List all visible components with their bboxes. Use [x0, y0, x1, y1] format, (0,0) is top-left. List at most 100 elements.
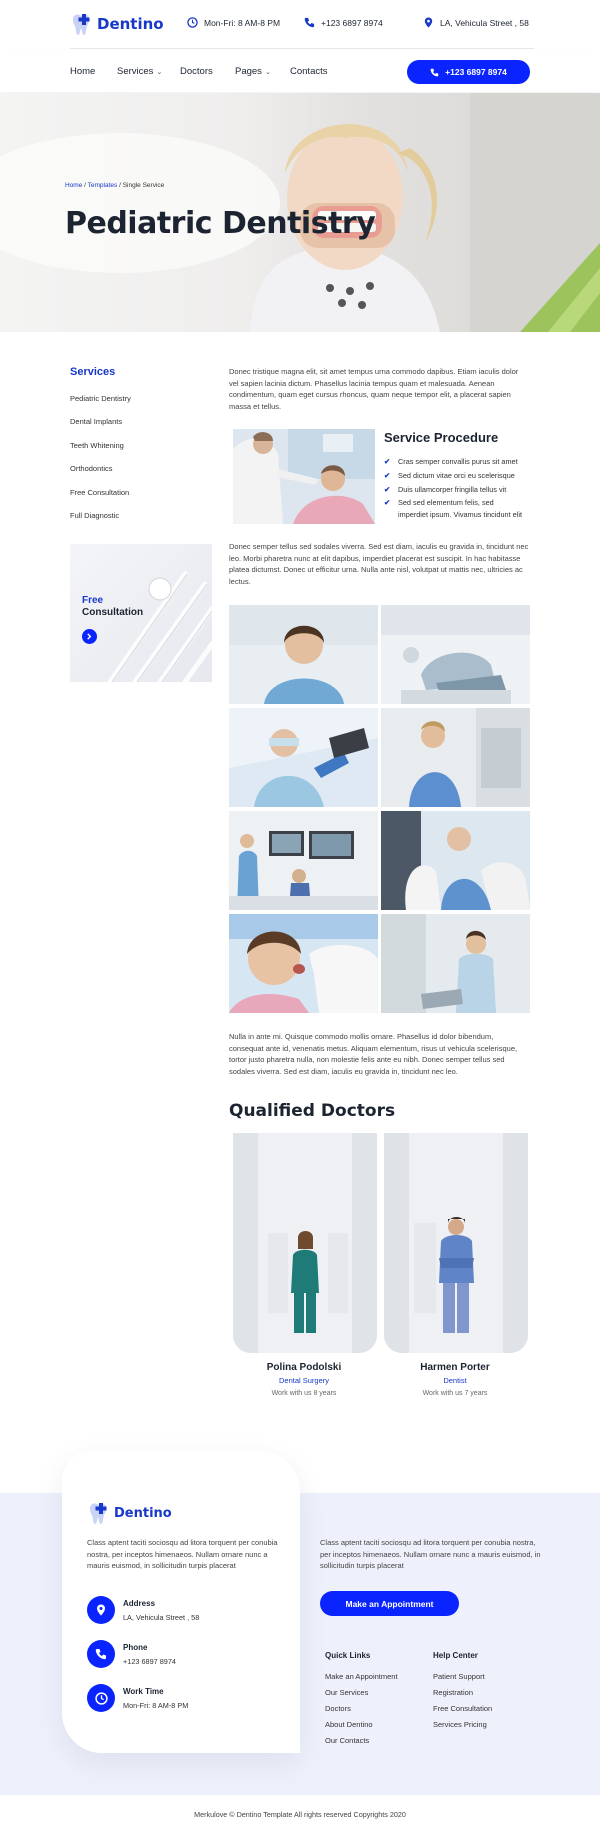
nav-label: Contacts	[290, 66, 328, 77]
intro-paragraph: Donec tristique magna elit, sit amet tem…	[229, 367, 519, 411]
procedure-item-text: imperdiet ipsum. Vivamus tincidunt elit	[398, 510, 522, 519]
promo-line2: Consultation	[82, 607, 144, 618]
quick-link[interactable]: Make an Appointment	[325, 1672, 398, 1681]
procedure-item-continued: imperdiet ipsum. Vivamus tincidunt elit	[384, 509, 522, 520]
gallery-image[interactable]	[381, 605, 530, 704]
doctor-name[interactable]: Polina Podolski	[229, 1362, 379, 1373]
promo-line1: Free	[82, 595, 104, 606]
footer-right-description: Class aptent taciti sociosqu ad litora t…	[320, 1538, 541, 1570]
call-button-label: +123 6897 8974	[445, 67, 507, 77]
map-pin-icon	[424, 17, 433, 28]
sidebar-item-orthodontics[interactable]: Orthodontics	[70, 464, 113, 473]
quick-links-title: Quick Links	[325, 1651, 371, 1660]
sidebar-item-pediatric[interactable]: Pediatric Dentistry	[70, 394, 131, 403]
breadcrumb-templates[interactable]: Templates	[88, 182, 118, 189]
copyright: Merkulove © Dentino Template All rights …	[194, 1810, 406, 1819]
check-icon: ✔	[384, 457, 391, 466]
doctors-title: Qualified Doctors	[229, 1101, 396, 1121]
nav-label: Pages	[235, 66, 262, 77]
doctor-name[interactable]: Harmen Porter	[380, 1362, 530, 1373]
help-center-title: Help Center	[433, 1651, 478, 1660]
quick-link[interactable]: Our Services	[325, 1688, 368, 1697]
procedure-item-text: Duis ullamcorper fringilla tellus vit	[398, 485, 507, 494]
arrow-right-icon[interactable]	[82, 629, 97, 644]
contact-value: LA, Vehicula Street , 58	[123, 1613, 200, 1622]
procedure-title: Service Procedure	[384, 430, 499, 445]
footer-phone[interactable]: Phone +123 6897 8974	[87, 1640, 176, 1668]
chevron-down-icon: ⌄	[264, 68, 271, 76]
footer-contact-card: Dentino Class aptent taciti sociosqu ad …	[62, 1451, 300, 1753]
help-link[interactable]: Free Consultation	[433, 1704, 492, 1713]
contact-value: Mon-Fri: 8 AM-8 PM	[123, 1701, 189, 1710]
brand-name: Dentino	[97, 15, 164, 33]
procedure-photo	[233, 429, 375, 524]
nav-label: Services	[117, 66, 154, 77]
hours-info: Mon-Fri: 8 AM-8 PM	[187, 17, 280, 28]
make-appointment-button[interactable]: Make an Appointment	[320, 1591, 459, 1616]
consultation-promo[interactable]: Free Consultation	[70, 544, 212, 682]
check-icon: ✔	[384, 485, 391, 494]
divider	[70, 48, 534, 49]
doctor-experience: Work with us 8 years	[271, 1390, 337, 1397]
gallery-image[interactable]	[229, 811, 378, 910]
help-link[interactable]: Services Pricing	[433, 1720, 487, 1729]
procedure-item-text: Sed dictum vitae orci eu scelerisque	[398, 471, 515, 480]
sidebar-item-whitening[interactable]: Teeth Whitening	[70, 441, 124, 450]
procedure-item: ✔ Duis ullamcorper fringilla tellus vit	[384, 484, 506, 495]
doctor-card[interactable]	[384, 1133, 528, 1353]
nav-home[interactable]: Home	[70, 66, 95, 77]
contact-label: Phone	[123, 1643, 148, 1652]
gallery-image[interactable]	[229, 605, 378, 704]
sidebar-item-consultation[interactable]: Free Consultation	[70, 488, 129, 497]
nav-label: Home	[70, 66, 96, 77]
nav-doctors[interactable]: Doctors	[180, 66, 213, 77]
call-button[interactable]: +123 6897 8974	[407, 60, 530, 84]
nav-pages[interactable]: Pages ⌄	[235, 66, 271, 77]
tooth-icon	[72, 14, 90, 35]
breadcrumb: Home / Templates / Single Service	[65, 182, 165, 189]
sidebar-item-diagnostic[interactable]: Full Diagnostic	[70, 511, 119, 520]
nav-label: Doctors	[180, 66, 213, 77]
hours-text: Mon-Fri: 8 AM-8 PM	[204, 17, 281, 28]
procedure-item: ✔ Sed sed elementum felis, sed	[384, 497, 494, 508]
footer-address: Address LA, Vehicula Street , 58	[87, 1596, 199, 1624]
brand-logo[interactable]: Dentino	[70, 12, 164, 36]
clock-icon	[187, 17, 198, 28]
nav-contacts[interactable]: Contacts	[290, 66, 328, 77]
top-bar: Dentino Mon-Fri: 8 AM-8 PM +123 6897 897…	[0, 0, 600, 48]
nav-services[interactable]: Services ⌄	[117, 66, 162, 77]
procedure-item-text: Sed sed elementum felis, sed	[398, 498, 494, 507]
check-icon: ✔	[384, 471, 391, 480]
doctor-photo	[384, 1133, 528, 1353]
gallery-image[interactable]	[381, 708, 530, 807]
quick-link[interactable]: Doctors	[325, 1704, 351, 1713]
contact-value: +123 6897 8974	[123, 1657, 176, 1666]
phone-text: +123 6897 8974	[321, 17, 383, 28]
gallery-image[interactable]	[381, 811, 530, 910]
footer-worktime: Work Time Mon-Fri: 8 AM-8 PM	[87, 1684, 188, 1712]
gallery-image[interactable]	[229, 708, 378, 807]
second-paragraph: Donec semper tellus sed sodales viverra.…	[229, 542, 529, 586]
quick-link[interactable]: About Dentino	[325, 1720, 373, 1729]
map-pin-icon	[87, 1596, 115, 1624]
footer-brand-name: Dentino	[114, 1505, 172, 1521]
gallery-image[interactable]	[381, 914, 530, 1013]
doctor-role: Dental Surgery	[278, 1376, 330, 1385]
help-link[interactable]: Patient Support	[433, 1672, 485, 1681]
quick-link[interactable]: Our Contacts	[325, 1736, 369, 1745]
breadcrumb-home[interactable]: Home	[65, 182, 82, 189]
doctor-card[interactable]	[233, 1133, 377, 1353]
phone-icon	[304, 17, 315, 28]
address-text: LA, Vehicula Street , 58	[440, 17, 529, 28]
phone-info[interactable]: +123 6897 8974	[304, 17, 383, 28]
procedure-item: ✔ Sed dictum vitae orci eu scelerisque	[384, 470, 515, 481]
help-link[interactable]: Registration	[433, 1688, 473, 1697]
phone-icon	[87, 1640, 115, 1668]
chevron-down-icon: ⌄	[156, 68, 163, 76]
sidebar-item-implants[interactable]: Dental Implants	[70, 417, 122, 426]
footer-description: Class aptent taciti sociosqu ad litora t…	[87, 1538, 278, 1570]
breadcrumb-current: Single Service	[122, 182, 165, 189]
footer-logo[interactable]: Dentino	[87, 1501, 172, 1525]
tooth-icon	[89, 1503, 107, 1524]
gallery-image[interactable]	[229, 914, 378, 1013]
